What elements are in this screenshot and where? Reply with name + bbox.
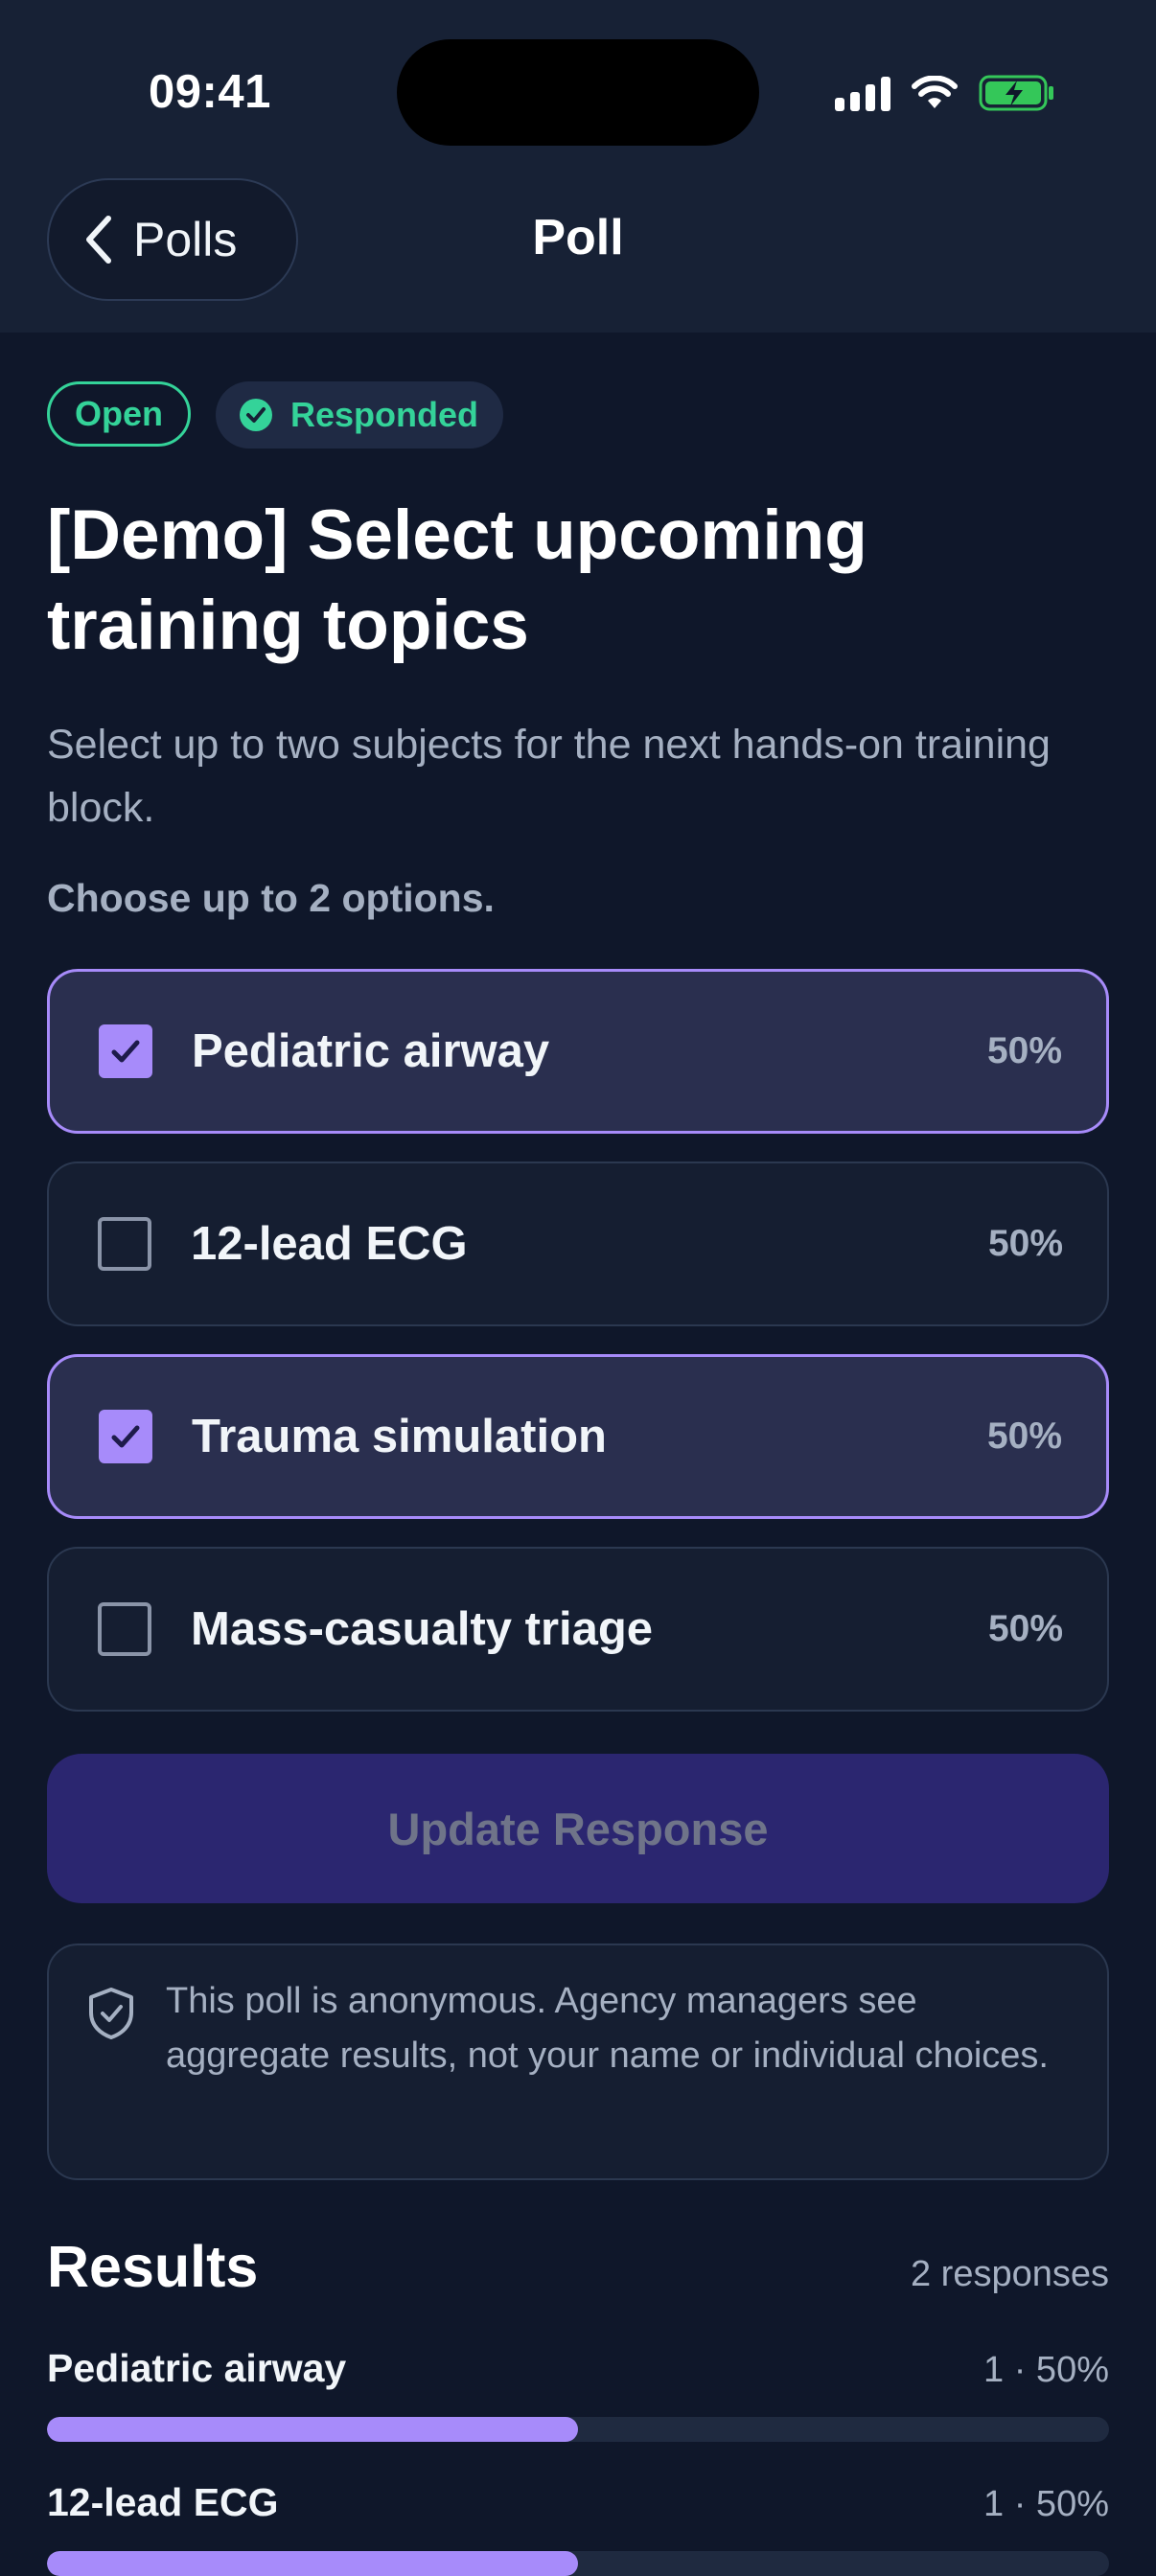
dynamic-island <box>397 39 759 146</box>
poll-option-trauma-simulation[interactable]: Trauma simulation 50% <box>47 1354 1109 1519</box>
result-label: 12-lead ECG <box>47 2480 279 2524</box>
option-checkbox[interactable] <box>98 1602 151 1656</box>
result-progress-track <box>47 2417 1109 2442</box>
results-response-count: 2 responses <box>910 2254 1109 2294</box>
page-title: Poll <box>532 210 624 265</box>
option-percent: 50% <box>986 1030 1062 1071</box>
result-stat: 1 · 50% <box>983 2484 1109 2524</box>
poll-option-pediatric-airway[interactable]: Pediatric airway 50% <box>47 969 1109 1134</box>
option-label: Pediatric airway <box>192 1025 550 1077</box>
poll-option-mass-casualty-triage[interactable]: Mass-casualty triage 50% <box>47 1547 1109 1712</box>
option-checkbox[interactable] <box>99 1410 152 1463</box>
poll-option-12-lead-ecg[interactable]: 12-lead ECG 50% <box>47 1162 1109 1326</box>
result-stat: 1 · 50% <box>983 2350 1109 2390</box>
checkmark-icon <box>111 1040 140 1063</box>
battery-charging-icon <box>979 75 1053 111</box>
poll-title: [Demo] Select upcoming training topics <box>47 496 867 664</box>
open-badge: Open <box>47 381 192 447</box>
results-heading: Results <box>47 2234 259 2299</box>
cellular-signal-icon <box>835 75 890 111</box>
nav-header: 09:41 Polls Poll <box>0 0 1156 333</box>
result-row-pediatric-airway: Pediatric airway 1 · 50% <box>47 2346 1109 2442</box>
responded-badge-label: Responded <box>290 395 479 434</box>
result-progress-fill <box>47 2417 578 2442</box>
result-row-12-lead-ecg: 12-lead ECG 1 · 50% <box>47 2480 1109 2576</box>
option-percent: 50% <box>987 1608 1063 1649</box>
status-icons <box>835 71 1055 115</box>
option-percent: 50% <box>986 1415 1062 1457</box>
result-progress-fill <box>47 2551 578 2576</box>
option-checkbox[interactable] <box>98 1217 151 1271</box>
wifi-icon <box>912 76 958 108</box>
responded-badge: Responded <box>216 381 504 448</box>
option-label: Trauma simulation <box>192 1411 607 1462</box>
option-percent: 50% <box>987 1223 1063 1264</box>
update-response-button[interactable]: Update Response <box>47 1754 1109 1903</box>
anonymity-notice: This poll is anonymous. Agency managers … <box>47 1944 1109 2180</box>
option-checkbox[interactable] <box>99 1024 152 1078</box>
check-circle-icon <box>240 399 273 431</box>
checkmark-icon <box>111 1425 140 1448</box>
option-label: Mass-casualty triage <box>191 1603 654 1655</box>
shield-check-icon <box>89 1988 133 2039</box>
status-badges: Open Responded <box>47 381 504 448</box>
result-progress-track <box>47 2551 1109 2576</box>
option-label: 12-lead ECG <box>191 1218 468 1270</box>
result-label: Pediatric airway <box>47 2346 347 2390</box>
status-time: 09:41 <box>149 66 271 118</box>
anonymity-notice-text: This poll is anonymous. Agency managers … <box>166 1981 1049 2076</box>
poll-instructions: Choose up to 2 options. <box>47 876 495 920</box>
poll-description: Select up to two subjects for the next h… <box>47 722 1051 831</box>
